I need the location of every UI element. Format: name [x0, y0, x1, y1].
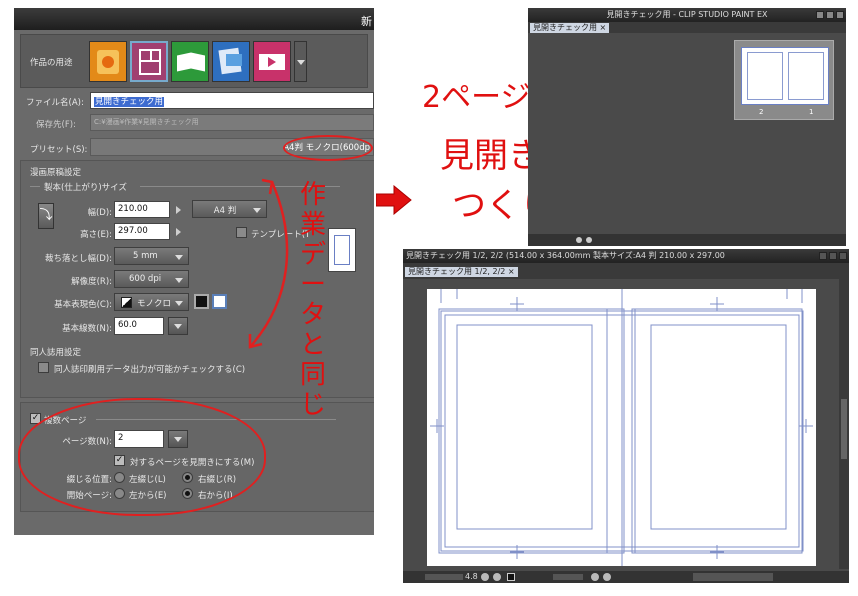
top-canvas-window: 見開きチェック用 - CLIP STUDIO PAINT EX 見開きチェック用… — [528, 8, 846, 246]
purpose-print-icon[interactable] — [212, 41, 250, 82]
width-input[interactable]: 210.00 — [114, 201, 170, 218]
resolution-dropdown[interactable]: 600 dpi — [114, 270, 189, 288]
bind-size-heading: 製本(仕上がり)サイズ — [44, 183, 127, 193]
minimize-button[interactable] — [816, 11, 824, 19]
maximize-button[interactable] — [829, 252, 837, 260]
swap-orientation-icon[interactable]: ⤵ — [38, 203, 54, 229]
purpose-illustration-icon[interactable] — [89, 41, 127, 82]
resolution-label: 解像度(R): — [71, 277, 112, 287]
file-name-label: ファイル名(A): — [26, 98, 84, 108]
minimize-button[interactable] — [819, 252, 827, 260]
top-window-titlebar: 見開きチェック用 - CLIP STUDIO PAINT EX — [528, 8, 846, 22]
manga-settings-heading: 漫画原稿設定 — [30, 168, 82, 178]
bottom-window-titlebar: 見開きチェック用 1/2, 2/2 (514.00 x 364.00mm 製本サ… — [403, 249, 849, 263]
rotate-slider[interactable] — [553, 574, 583, 580]
bleed-dropdown[interactable]: 5 mm — [114, 247, 189, 265]
bottom-window-statusbar: 4.8 — [403, 571, 849, 583]
white-color-swatch[interactable] — [212, 294, 227, 309]
mono-swatch-icon — [121, 297, 132, 308]
navigator-thumbnail: 2 1 — [734, 40, 834, 120]
purpose-book-icon[interactable] — [171, 41, 209, 82]
spread-guides — [430, 289, 813, 566]
color-mode-dropdown[interactable]: モノクロ — [114, 293, 189, 311]
height-label: 高さ(E): — [80, 230, 112, 240]
lines-dropdown-button[interactable] — [168, 317, 188, 335]
save-to-value: C:¥漫画¥作業¥見開きチェック用 — [94, 118, 199, 126]
preset-highlight-circle — [283, 135, 373, 161]
zoom-value: 4.8 — [465, 572, 478, 581]
top-window-title: 見開きチェック用 - CLIP STUDIO PAINT EX — [606, 10, 768, 19]
bottom-canvas-window: 見開きチェック用 1/2, 2/2 (514.00 x 364.00mm 製本サ… — [403, 249, 849, 583]
bleed-label: 裁ち落とし幅(D): — [44, 254, 112, 264]
arrow-right-icon — [176, 228, 181, 236]
save-to-field: C:¥漫画¥作業¥見開きチェック用 — [90, 114, 374, 131]
side-note-text: 作業データと同じ — [300, 180, 327, 420]
width-label: 幅(D): — [87, 208, 112, 218]
close-button[interactable] — [836, 11, 844, 19]
dialog-title: 新 — [361, 15, 372, 28]
fit-icon[interactable] — [507, 573, 515, 581]
right-arrow-icon — [376, 185, 412, 215]
page-number-right: 1 — [809, 108, 814, 116]
color-mode-label: 基本表現色(C): — [54, 300, 112, 310]
close-button[interactable] — [839, 252, 847, 260]
double-arrow-annotation — [248, 178, 289, 349]
purpose-more-dropdown[interactable] — [294, 41, 307, 82]
horizontal-scrollbar[interactable] — [693, 573, 773, 581]
purpose-animation-icon[interactable] — [253, 41, 291, 82]
rotate-left-icon[interactable] — [591, 573, 599, 581]
spread-canvas[interactable] — [427, 289, 816, 566]
purpose-label: 作品の用途 — [30, 58, 73, 68]
black-color-swatch[interactable] — [194, 294, 209, 309]
zoom-in-icon[interactable] — [481, 573, 489, 581]
color-mode-value: モノクロ — [137, 299, 172, 309]
bottom-window-tab-label: 見開きチェック用 1/2, 2/2 — [408, 267, 506, 276]
lines-label: 基本線数(N): — [62, 324, 112, 334]
file-name-input[interactable]: 見開きチェック用 — [90, 92, 374, 109]
zoom-slider[interactable] — [425, 574, 463, 580]
doujin-check-label: 同人誌印刷用データ出力が可能かチェックする(C) — [54, 365, 246, 375]
rotate-right-icon[interactable] — [603, 573, 611, 581]
page-number-left: 2 — [759, 108, 764, 116]
doujin-check-checkbox[interactable] — [38, 362, 49, 373]
divider — [30, 186, 40, 187]
top-window-tab-label: 見開きチェック用 — [533, 23, 597, 32]
purpose-comic-icon[interactable] — [130, 41, 168, 82]
multi-page-highlight-circle — [18, 398, 266, 516]
dialog-titlebar: 新 — [14, 8, 374, 30]
bottom-window-title: 見開きチェック用 1/2, 2/2 (514.00 x 364.00mm 製本サ… — [406, 251, 725, 260]
file-name-value: 見開きチェック用 — [94, 97, 165, 107]
save-to-label: 保存先(F): — [36, 120, 76, 130]
top-window-statusbar — [528, 234, 846, 246]
arrow-right-icon — [176, 206, 181, 214]
height-input[interactable]: 297.00 — [114, 223, 170, 240]
lines-input[interactable]: 60.0 — [114, 317, 164, 335]
doujin-settings-heading: 同人誌用設定 — [30, 348, 82, 358]
vertical-scrollbar[interactable] — [839, 279, 849, 569]
zoom-out-icon[interactable] — [493, 573, 501, 581]
top-window-tab[interactable]: 見開きチェック用 × — [530, 23, 610, 33]
preset-label: プリセット(S): — [30, 145, 88, 155]
maximize-button[interactable] — [826, 11, 834, 19]
bottom-window-tab[interactable]: 見開きチェック用 1/2, 2/2 × — [405, 267, 518, 277]
